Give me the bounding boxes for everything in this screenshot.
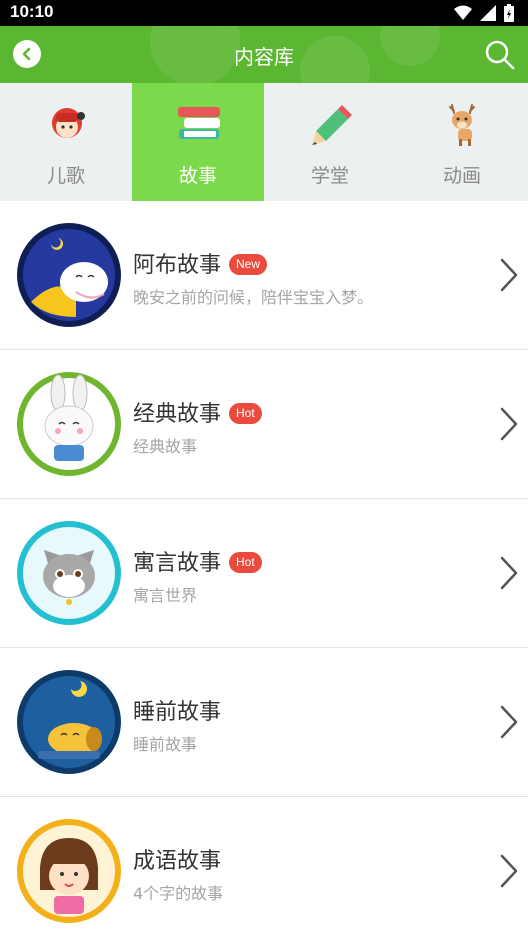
status-bar: 10:10 bbox=[0, 0, 528, 26]
item-title: 阿布故事 bbox=[133, 253, 222, 278]
sleeping-cat-avatar bbox=[17, 223, 121, 327]
rabbit-avatar bbox=[17, 372, 121, 476]
item-subtitle: 经典故事 bbox=[133, 437, 198, 456]
list-item[interactable]: 经典故事 Hot 经典故事 bbox=[0, 350, 528, 499]
item-title: 睡前故事 bbox=[133, 700, 222, 725]
books-icon bbox=[178, 107, 220, 139]
app-bar: 内容库 bbox=[0, 26, 528, 83]
tab-label: 儿歌 bbox=[46, 165, 85, 187]
story-list: 阿布故事 New 晚安之前的问候，陪伴宝宝入梦。 经典故事 Hot 经典故事 寓… bbox=[0, 201, 528, 941]
sleeping-dog-avatar bbox=[17, 670, 121, 774]
item-subtitle: 睡前故事 bbox=[133, 735, 198, 754]
list-item[interactable]: 睡前故事 睡前故事 bbox=[0, 648, 528, 797]
item-title: 寓言故事 bbox=[133, 551, 222, 576]
tab-stories[interactable]: 故事 bbox=[132, 83, 264, 201]
status-icons bbox=[454, 4, 514, 22]
item-subtitle: 4个字的故事 bbox=[133, 884, 224, 903]
tab-animation[interactable]: 动画 bbox=[396, 83, 528, 201]
deer-icon bbox=[449, 104, 475, 146]
kids-song-icon bbox=[52, 108, 85, 138]
status-time: 10:10 bbox=[10, 2, 54, 21]
tab-kids-songs[interactable]: 儿歌 bbox=[0, 83, 132, 201]
signal-icon bbox=[480, 5, 496, 21]
tab-label: 学堂 bbox=[310, 165, 349, 187]
tab-label: 动画 bbox=[442, 165, 481, 187]
item-subtitle: 寓言世界 bbox=[133, 586, 198, 605]
chevron-right-icon bbox=[500, 854, 518, 888]
battery-icon bbox=[504, 4, 514, 22]
wifi-icon bbox=[454, 5, 472, 20]
item-title: 经典故事 bbox=[133, 402, 222, 427]
chevron-right-icon bbox=[500, 556, 518, 590]
pencil-icon bbox=[312, 105, 352, 145]
tabby-cat-avatar bbox=[17, 521, 121, 625]
list-item[interactable]: 阿布故事 New 晚安之前的问候，陪伴宝宝入梦。 bbox=[0, 201, 528, 350]
hot-badge: Hot bbox=[229, 552, 262, 573]
search-icon[interactable] bbox=[484, 39, 516, 71]
new-badge: New bbox=[229, 254, 268, 275]
chevron-right-icon bbox=[500, 407, 518, 441]
hot-badge: Hot bbox=[229, 403, 262, 424]
girl-avatar bbox=[17, 819, 121, 923]
item-title: 成语故事 bbox=[133, 849, 222, 874]
tab-label: 故事 bbox=[178, 165, 217, 187]
chevron-right-icon bbox=[500, 258, 518, 292]
list-item[interactable]: 寓言故事 Hot 寓言世界 bbox=[0, 499, 528, 648]
list-item[interactable]: 成语故事 4个字的故事 bbox=[0, 797, 528, 941]
page-title: 内容库 bbox=[234, 45, 294, 69]
chevron-right-icon bbox=[500, 705, 518, 739]
category-tabs: 儿歌 故事 学堂 动画 bbox=[0, 83, 528, 201]
item-subtitle: 晚安之前的问候，陪伴宝宝入梦。 bbox=[133, 288, 374, 307]
tab-school[interactable]: 学堂 bbox=[264, 83, 396, 201]
